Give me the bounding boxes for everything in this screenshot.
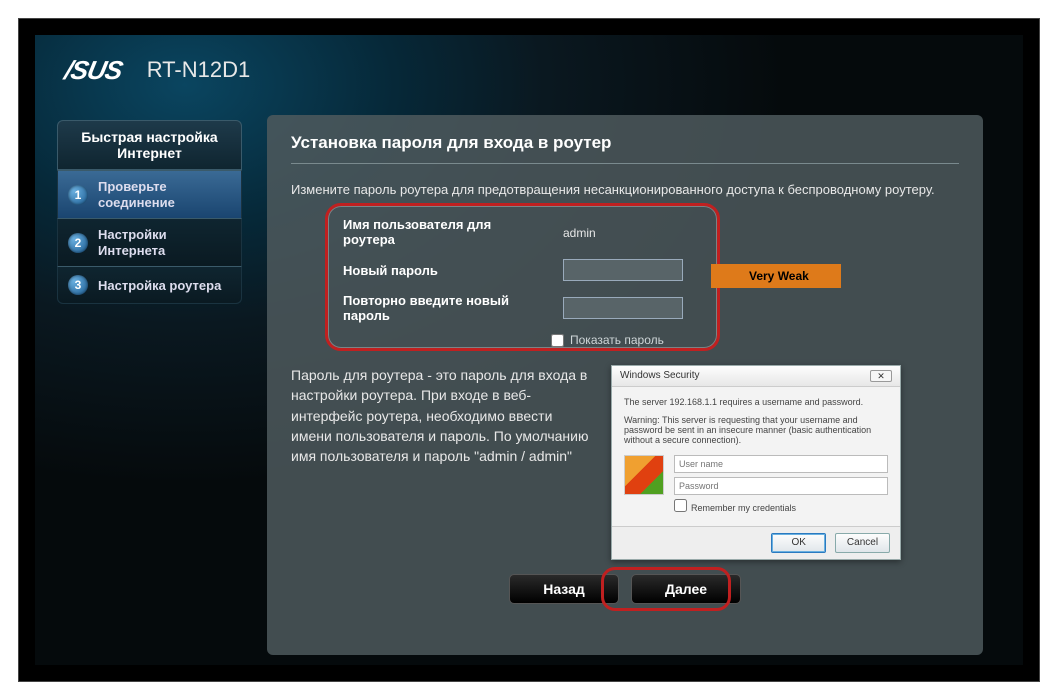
confirm-password-label: Повторно введите новый пароль xyxy=(331,287,551,329)
winbox-cancel-button: Cancel xyxy=(835,533,890,553)
winbox-ok-button: OK xyxy=(771,533,826,553)
step-number-icon: 2 xyxy=(68,233,88,253)
model-name: RT-N12D1 xyxy=(147,57,251,83)
page-description: Измените пароль роутера для предотвращен… xyxy=(291,182,959,197)
username-label: Имя пользователя для роутера xyxy=(331,211,551,253)
strength-label: Very Weak xyxy=(749,269,809,283)
show-password-label: Показать пароль xyxy=(570,333,664,347)
show-password-checkbox[interactable] xyxy=(551,334,564,347)
nav-buttons: Назад Далее xyxy=(291,574,959,604)
header: /SUS RT-N12D1 xyxy=(35,35,1023,105)
app-shell: /SUS RT-N12D1 Быстрая настройка Интернет… xyxy=(35,35,1023,665)
username-value: admin xyxy=(563,226,596,240)
page-title: Установка пароля для входа в роутер xyxy=(291,133,959,164)
winbox-password-input xyxy=(674,477,888,495)
content-panel: Установка пароля для входа в роутер Изме… xyxy=(267,115,983,655)
winbox-remember: Remember my credentials xyxy=(674,499,888,516)
credentials-form: Very Weak Имя пользователя для роутера a… xyxy=(331,211,959,329)
help-text: Пароль для роутера - это пароль для вход… xyxy=(291,365,591,560)
step-internet-settings[interactable]: 2 Настройки Интернета xyxy=(57,218,242,266)
password-strength: Very Weak xyxy=(711,263,841,289)
step-label: Настройки Интернета xyxy=(98,227,231,258)
close-icon: ✕ xyxy=(870,370,892,382)
winbox-username-input xyxy=(674,455,888,473)
sidebar: Быстрая настройка Интернет 1 Проверьте с… xyxy=(57,120,242,655)
step-number-icon: 3 xyxy=(68,275,88,295)
sidebar-header: Быстрая настройка Интернет xyxy=(57,120,242,170)
brand-logo: /SUS xyxy=(62,55,125,86)
winbox-line2: Warning: This server is requesting that … xyxy=(624,415,888,445)
step-label: Настройка роутера xyxy=(98,278,221,294)
step-router-settings[interactable]: 3 Настройка роутера xyxy=(57,266,242,304)
winbox-remember-label: Remember my credentials xyxy=(691,503,796,513)
back-button[interactable]: Назад xyxy=(509,574,619,604)
step-check-connection[interactable]: 1 Проверьте соединение xyxy=(57,170,242,218)
confirm-password-input[interactable] xyxy=(563,297,683,319)
next-button[interactable]: Далее xyxy=(631,574,741,604)
winbox-line1: The server 192.168.1.1 requires a userna… xyxy=(624,397,888,407)
app-frame: /SUS RT-N12D1 Быстрая настройка Интернет… xyxy=(18,18,1040,682)
winbox-remember-checkbox xyxy=(674,499,687,512)
new-password-label: Новый пароль xyxy=(331,253,551,287)
step-number-icon: 1 xyxy=(68,185,88,205)
credential-image-icon xyxy=(624,455,664,495)
windows-security-preview: Windows Security ✕ The server 192.168.1.… xyxy=(611,365,901,560)
winbox-title: Windows Security xyxy=(620,370,699,382)
show-password-toggle[interactable]: Показать пароль xyxy=(551,333,959,347)
new-password-input[interactable] xyxy=(563,259,683,281)
step-label: Проверьте соединение xyxy=(98,179,231,210)
